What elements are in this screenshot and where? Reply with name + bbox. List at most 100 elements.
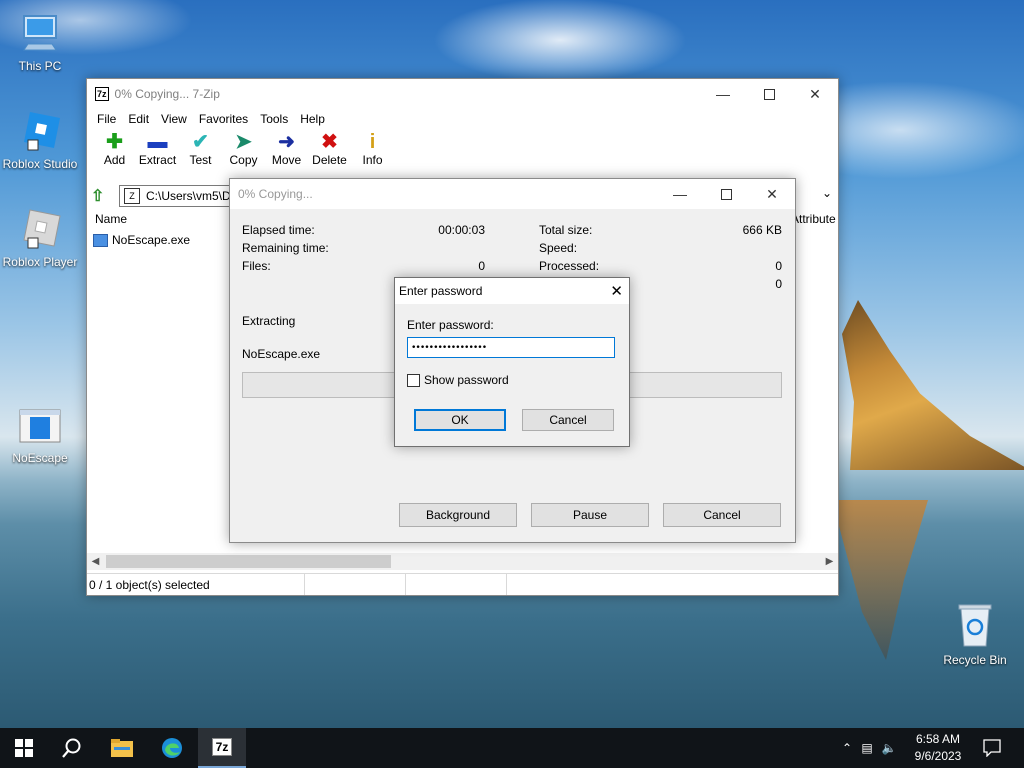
move-label: Move <box>271 153 302 167</box>
maximize-icon <box>720 188 732 200</box>
desktop-icon-roblox-player[interactable]: Roblox Player <box>0 206 80 269</box>
progress-title-bar[interactable]: 0% Copying... — ✕ <box>230 179 795 209</box>
menu-tools[interactable]: Tools <box>254 112 294 126</box>
desktop-icon-label: NoEscape <box>12 451 68 465</box>
status-bar: 0 / 1 object(s) selected <box>87 573 838 595</box>
info-button[interactable]: i Info <box>351 131 394 167</box>
close-button[interactable]: ✕ <box>749 179 795 209</box>
desktop-icon-label: Roblox Player <box>2 255 78 269</box>
archive-icon: Z <box>124 188 140 204</box>
clock[interactable]: 6:58 AM 9/6/2023 <box>910 731 966 765</box>
maximize-button[interactable] <box>703 179 749 209</box>
cancel-button[interactable]: Cancel <box>522 409 614 431</box>
add-button[interactable]: ✚ Add <box>93 131 136 167</box>
clock-date: 9/6/2023 <box>914 749 962 763</box>
processed-value: 0 <box>775 259 782 273</box>
desktop-icon-roblox-studio[interactable]: Roblox Studio <box>0 108 80 171</box>
delete-x-icon: ✖ <box>321 131 338 153</box>
menu-edit[interactable]: Edit <box>122 112 155 126</box>
start-button[interactable] <box>0 728 48 768</box>
window-title: 0% Copying... 7-Zip <box>114 87 220 101</box>
up-folder-icon[interactable]: ⇧ <box>91 186 109 205</box>
recycle-bin-icon <box>958 604 992 647</box>
close-icon[interactable]: ✕ <box>610 282 623 300</box>
clock-time: 6:58 AM <box>915 732 961 746</box>
close-icon: ✕ <box>766 185 778 202</box>
system-tray: ⌃ ▤ 🔈 <box>838 728 900 768</box>
maximize-button[interactable] <box>746 79 792 109</box>
file-name: NoEscape.exe <box>112 233 191 247</box>
menu-help[interactable]: Help <box>294 112 331 126</box>
minimize-button[interactable]: — <box>657 179 703 209</box>
background-button[interactable]: Background <box>399 503 517 527</box>
toolbar: ✚ Add ▬ Extract ✔ Test ➤ Copy ➜ Move ✖ D… <box>87 129 838 167</box>
executable-icon <box>19 409 61 443</box>
move-button[interactable]: ➜ Move <box>265 131 308 167</box>
monitor-icon <box>23 15 57 51</box>
menu-favorites[interactable]: Favorites <box>193 112 254 126</box>
copy-button[interactable]: ➤ Copy <box>222 131 265 167</box>
total-size-label: Total size: <box>539 223 593 237</box>
minimize-button[interactable]: — <box>700 79 746 109</box>
menu-view[interactable]: View <box>155 112 193 126</box>
scroll-left-icon[interactable]: ◀ <box>87 553 104 570</box>
chevron-down-icon[interactable]: ⌄ <box>818 186 836 204</box>
password-dialog-title: Enter password <box>399 284 483 298</box>
volume-muted-icon[interactable]: 🔈 <box>878 741 900 755</box>
minimize-icon: — <box>673 186 687 202</box>
search-button[interactable] <box>48 728 96 768</box>
horizontal-scrollbar[interactable]: ◀ ▶ <box>87 553 838 570</box>
chevron-up-icon[interactable]: ⌃ <box>838 741 856 755</box>
desktop-icon-this-pc[interactable]: This PC <box>0 10 80 73</box>
close-button[interactable]: ✕ <box>792 79 838 109</box>
test-button[interactable]: ✔ Test <box>179 131 222 167</box>
delete-button[interactable]: ✖ Delete <box>308 131 351 167</box>
speed-label: Speed: <box>539 241 578 255</box>
file-explorer-button[interactable] <box>98 728 146 768</box>
desktop-icon-noescape[interactable]: NoEscape <box>0 406 80 465</box>
info-icon: i <box>369 131 376 153</box>
remaining-time-label: Remaining time: <box>242 241 329 255</box>
edge-button[interactable] <box>148 728 196 768</box>
check-icon: ✔ <box>192 131 209 153</box>
password-title-bar[interactable]: Enter password ✕ <box>395 278 629 304</box>
progress-title: 0% Copying... <box>238 187 313 201</box>
column-header-name[interactable]: Name <box>95 212 127 226</box>
edge-icon <box>162 738 182 758</box>
7zip-app-icon: 7z <box>95 87 109 101</box>
password-input[interactable]: ••••••••••••••••• <box>407 337 615 358</box>
scrollbar-thumb[interactable] <box>106 555 391 568</box>
delete-label: Delete <box>312 153 347 167</box>
taskbar: 7z ⌃ ▤ 🔈 6:58 AM 9/6/2023 <box>0 728 1024 768</box>
address-field[interactable]: Z C:\Users\vm5\De <box>119 185 241 207</box>
files-label: Files: <box>242 259 271 273</box>
action-center-button[interactable] <box>968 728 1016 768</box>
7zip-taskbar-button[interactable]: 7z <box>198 728 246 768</box>
extract-button[interactable]: ▬ Extract <box>136 131 179 167</box>
show-password-checkbox[interactable]: Show password <box>407 373 509 387</box>
ok-button[interactable]: OK <box>414 409 506 431</box>
cancel-copy-button[interactable]: Cancel <box>663 503 781 527</box>
desktop-icon-recycle-bin[interactable]: Recycle Bin <box>935 602 1015 667</box>
selection-status: 0 / 1 object(s) selected <box>87 574 305 595</box>
start-icon <box>15 739 33 757</box>
menu-file[interactable]: File <box>91 112 122 126</box>
title-bar[interactable]: 7z 0% Copying... 7-Zip — ✕ <box>87 79 838 109</box>
scroll-right-icon[interactable]: ▶ <box>821 553 838 570</box>
7zip-icon: 7z <box>211 738 233 756</box>
network-icon[interactable]: ▤ <box>856 741 878 755</box>
add-label: Add <box>103 153 126 167</box>
exe-file-icon <box>93 233 108 247</box>
pause-button[interactable]: Pause <box>531 503 649 527</box>
column-header-attributes[interactable]: Attribute <box>791 212 836 226</box>
menu-bar: File Edit View Favorites Tools Help <box>87 109 838 129</box>
current-file-label: NoEscape.exe <box>242 347 321 361</box>
desktop-icon-label: This PC <box>18 59 62 73</box>
copy-label: Copy <box>229 153 258 167</box>
desktop-icon-label: Recycle Bin <box>943 653 1007 667</box>
roblox-studio-icon <box>24 112 60 151</box>
copy-arrow-icon: ➤ <box>235 131 252 153</box>
processed-label: Processed: <box>539 259 600 273</box>
search-icon <box>62 738 81 758</box>
list-item[interactable]: NoEscape.exe <box>93 233 190 247</box>
